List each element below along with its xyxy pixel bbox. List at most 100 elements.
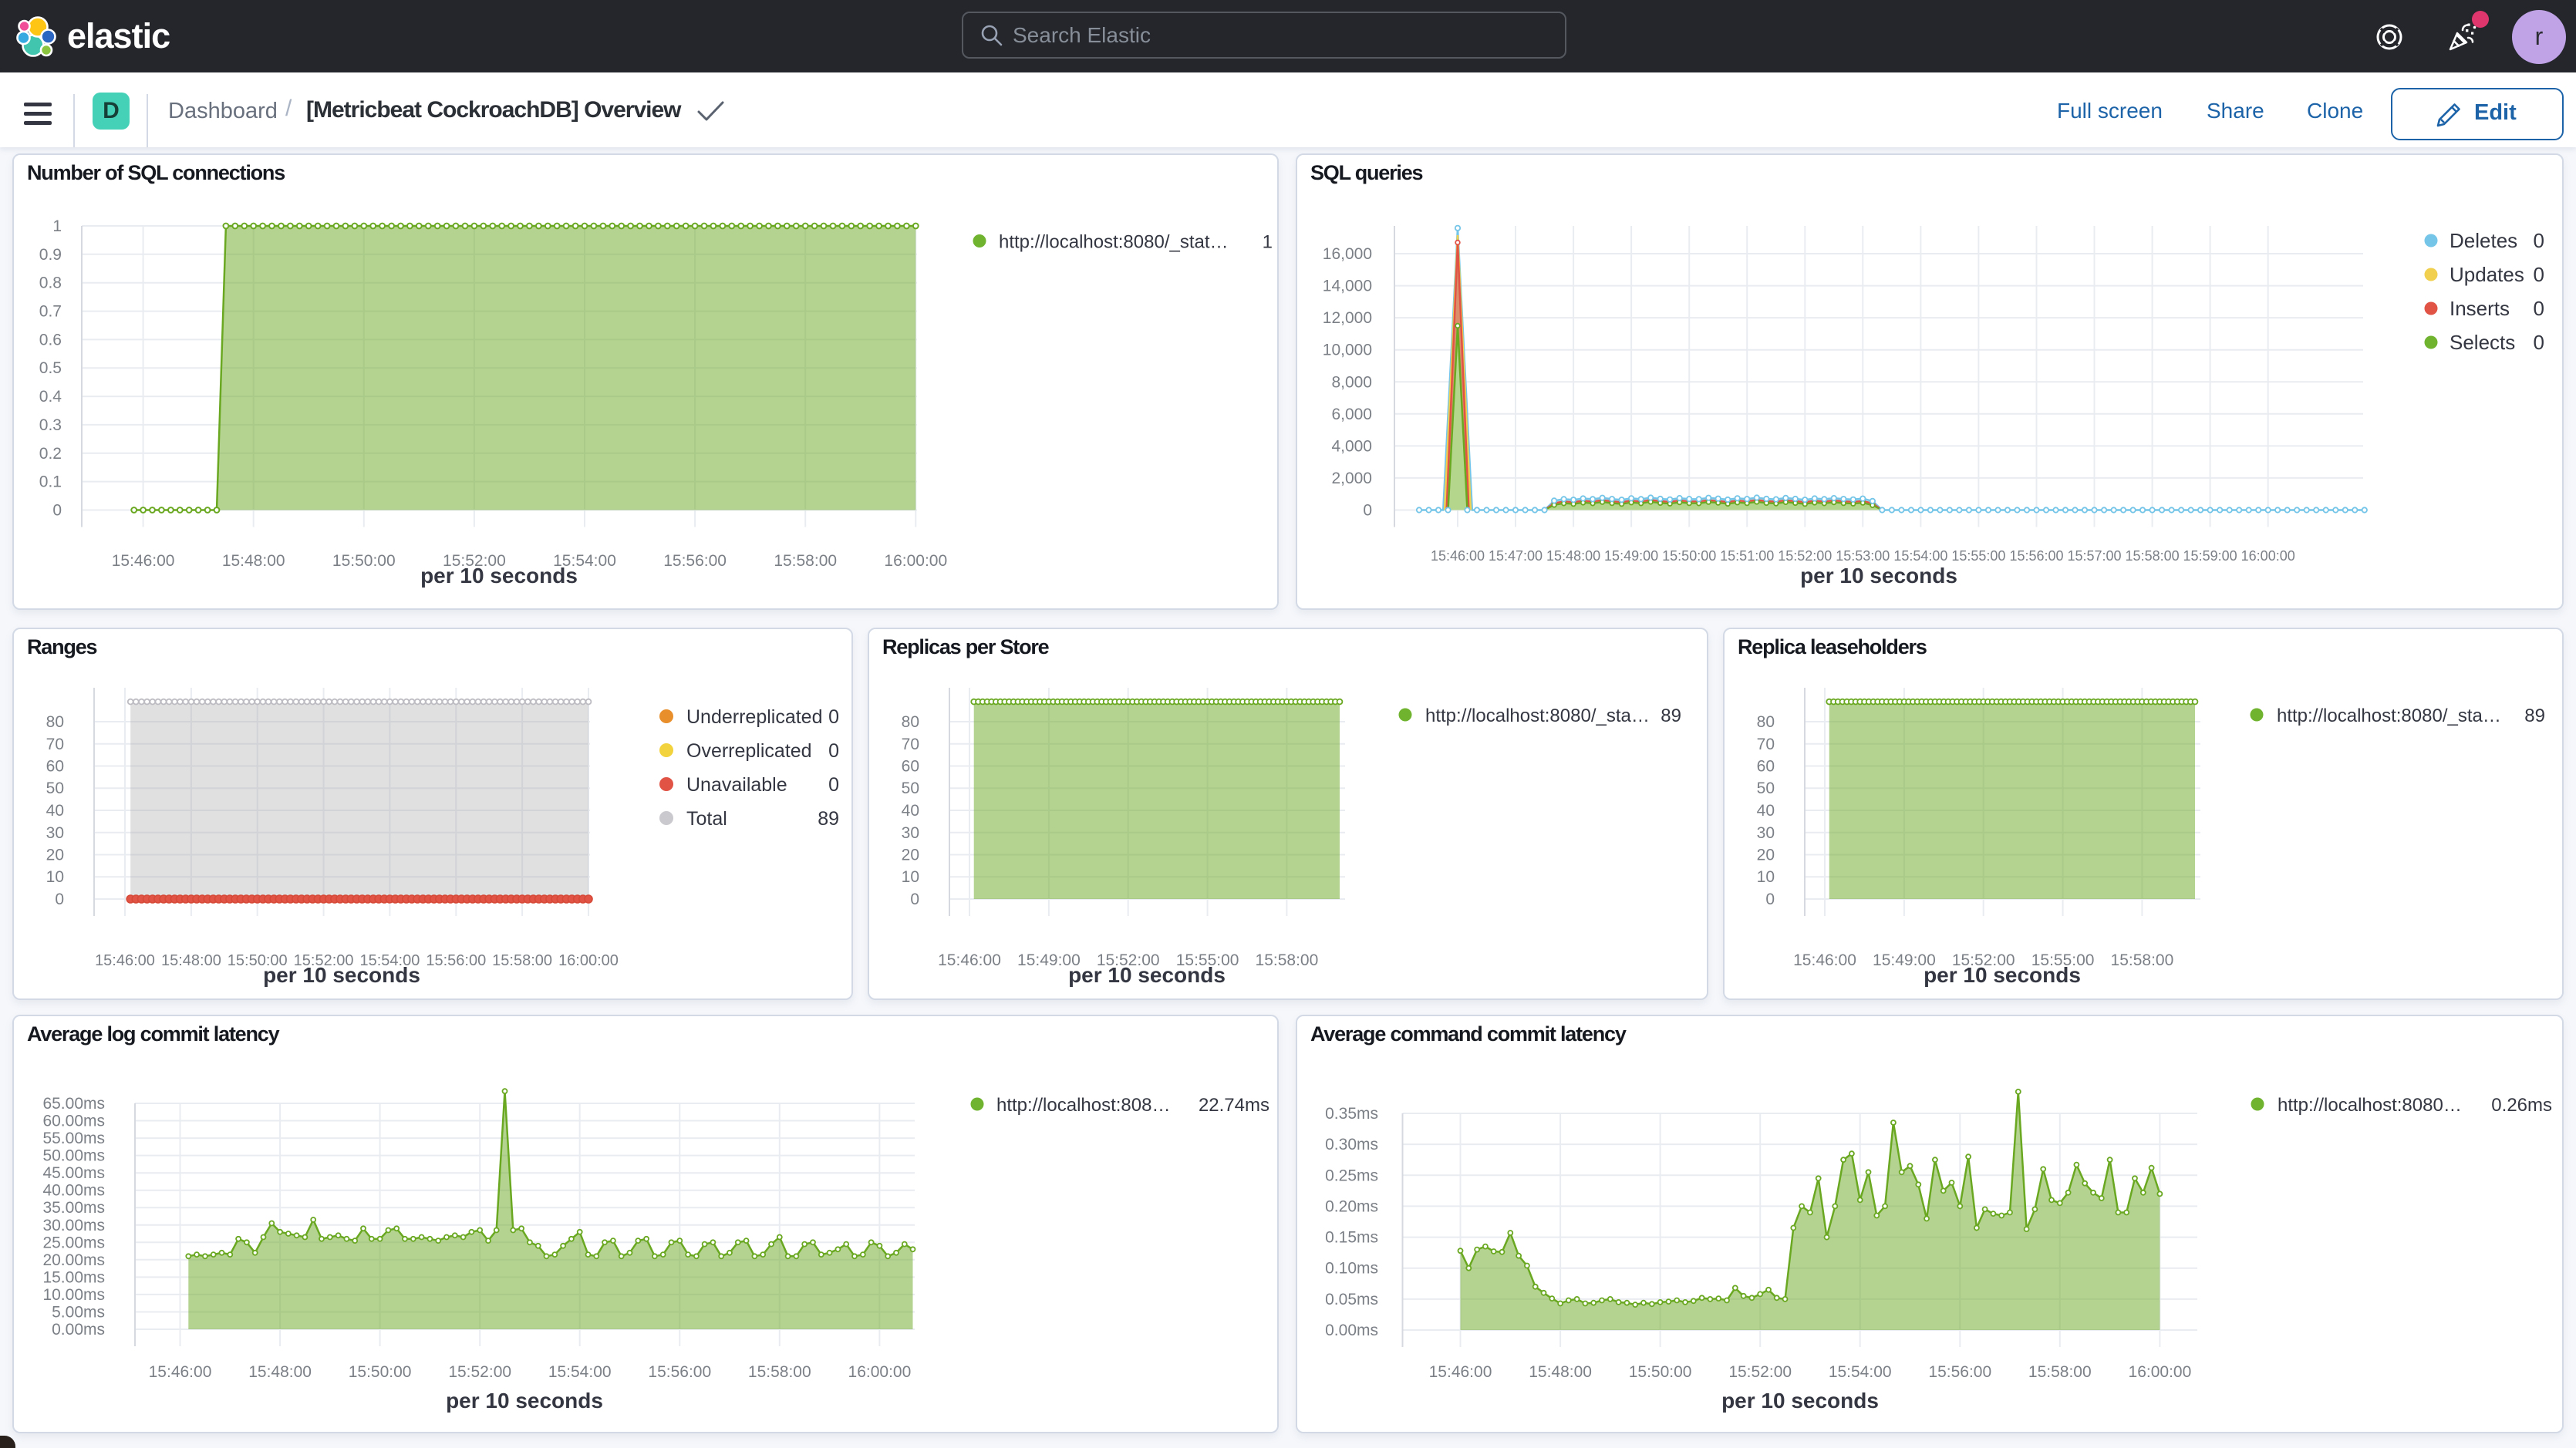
svg-text:45.00ms: 45.00ms — [42, 1164, 105, 1182]
svg-text:60.00ms: 60.00ms — [42, 1113, 105, 1130]
svg-text:30.00ms: 30.00ms — [42, 1217, 105, 1234]
svg-text:50.00ms: 50.00ms — [42, 1147, 105, 1165]
svg-text:0.00ms: 0.00ms — [1325, 1322, 1378, 1339]
svg-text:70: 70 — [1757, 736, 1775, 753]
svg-text:15:49:00: 15:49:00 — [1604, 548, 1658, 564]
svg-text:50: 50 — [46, 780, 64, 797]
svg-text:0.10ms: 0.10ms — [1325, 1260, 1378, 1278]
svg-text:16:00:00: 16:00:00 — [2241, 548, 2295, 564]
svg-text:20: 20 — [1757, 847, 1775, 864]
svg-text:per 10 seconds: per 10 seconds — [263, 963, 420, 987]
svg-text:0.30ms: 0.30ms — [1325, 1136, 1378, 1153]
svg-text:65.00ms: 65.00ms — [42, 1095, 105, 1113]
svg-text:15:55:00: 15:55:00 — [1951, 548, 2005, 564]
svg-text:http://localhost:8080…: http://localhost:8080… — [2278, 1095, 2462, 1116]
svg-text:15:56:00: 15:56:00 — [648, 1363, 711, 1381]
svg-text:15:54:00: 15:54:00 — [1893, 548, 1947, 564]
svg-text:15:50:00: 15:50:00 — [1629, 1363, 1692, 1381]
svg-text:0.5: 0.5 — [39, 359, 62, 377]
svg-text:15:58:00: 15:58:00 — [1256, 951, 1319, 969]
svg-text:0: 0 — [828, 740, 839, 762]
svg-text:15:52:00: 15:52:00 — [1778, 548, 1832, 564]
svg-text:15:58:00: 15:58:00 — [748, 1363, 811, 1381]
svg-text:Deletes: Deletes — [2450, 229, 2517, 252]
svg-text:0.9: 0.9 — [39, 246, 62, 264]
svg-text:Unavailable: Unavailable — [686, 774, 787, 796]
svg-text:10: 10 — [902, 868, 919, 886]
svg-text:0.05ms: 0.05ms — [1325, 1291, 1378, 1308]
svg-text:10.00ms: 10.00ms — [42, 1286, 105, 1304]
svg-text:Inserts: Inserts — [2450, 297, 2510, 320]
svg-text:40: 40 — [1757, 802, 1775, 820]
svg-text:8,000: 8,000 — [1331, 373, 1372, 391]
svg-text:15:48:00: 15:48:00 — [1546, 548, 1600, 564]
svg-text:15:53:00: 15:53:00 — [1836, 548, 1890, 564]
svg-text:15:46:00: 15:46:00 — [95, 952, 155, 969]
svg-text:15:58:00: 15:58:00 — [774, 552, 837, 570]
svg-text:15:46:00: 15:46:00 — [1431, 548, 1485, 564]
svg-text:15:47:00: 15:47:00 — [1489, 548, 1543, 564]
svg-text:30: 30 — [46, 824, 64, 842]
svg-text:10: 10 — [46, 868, 64, 886]
svg-text:6,000: 6,000 — [1331, 406, 1372, 423]
svg-text:60: 60 — [46, 758, 64, 776]
svg-text:15:54:00: 15:54:00 — [1829, 1363, 1892, 1381]
svg-text:per 10 seconds: per 10 seconds — [1068, 963, 1226, 987]
svg-text:15:50:00: 15:50:00 — [332, 552, 396, 570]
svg-text:15:48:00: 15:48:00 — [161, 952, 221, 969]
svg-text:0.25ms: 0.25ms — [1325, 1167, 1378, 1184]
svg-text:http://localhost:8080/_sta…: http://localhost:8080/_sta… — [1425, 705, 1650, 726]
svg-text:12,000: 12,000 — [1323, 309, 1372, 327]
svg-text:0.35ms: 0.35ms — [1325, 1105, 1378, 1123]
svg-text:0.2: 0.2 — [39, 445, 62, 463]
svg-text:16:00:00: 16:00:00 — [2129, 1363, 2192, 1381]
svg-text:16:00:00: 16:00:00 — [848, 1363, 912, 1381]
svg-text:70: 70 — [902, 736, 919, 753]
svg-text:2,000: 2,000 — [1331, 470, 1372, 487]
svg-text:15:58:00: 15:58:00 — [2028, 1363, 2092, 1381]
svg-text:15:48:00: 15:48:00 — [222, 552, 285, 570]
svg-text:0: 0 — [55, 891, 64, 908]
svg-text:60: 60 — [902, 758, 919, 776]
svg-text:30: 30 — [1757, 824, 1775, 842]
svg-text:http://localhost:8080/_sta…: http://localhost:8080/_sta… — [2277, 705, 2501, 726]
svg-text:0.26ms: 0.26ms — [2491, 1095, 2552, 1116]
svg-text:15:59:00: 15:59:00 — [2183, 548, 2237, 564]
svg-text:0.3: 0.3 — [39, 416, 62, 434]
svg-text:10: 10 — [1757, 868, 1775, 886]
svg-text:80: 80 — [1757, 713, 1775, 731]
svg-text:20: 20 — [902, 847, 919, 864]
svg-text:1: 1 — [1263, 232, 1273, 253]
svg-text:0: 0 — [1765, 891, 1775, 908]
svg-text:10,000: 10,000 — [1323, 342, 1372, 359]
svg-text:70: 70 — [46, 736, 64, 753]
svg-text:Underreplicated: Underreplicated — [686, 706, 823, 728]
svg-text:16:00:00: 16:00:00 — [558, 952, 619, 969]
svg-text:80: 80 — [46, 713, 64, 731]
svg-text:http://localhost:8080/_stat…: http://localhost:8080/_stat… — [999, 232, 1229, 253]
svg-text:15:56:00: 15:56:00 — [2009, 548, 2063, 564]
svg-text:per 10 seconds: per 10 seconds — [1800, 564, 1957, 588]
svg-text:0: 0 — [2534, 331, 2544, 354]
svg-text:89: 89 — [818, 808, 839, 830]
svg-text:16:00:00: 16:00:00 — [884, 552, 947, 570]
svg-text:15:46:00: 15:46:00 — [1429, 1363, 1492, 1381]
svg-text:per 10 seconds: per 10 seconds — [420, 564, 578, 588]
svg-text:20: 20 — [46, 847, 64, 864]
svg-text:15:58:00: 15:58:00 — [2126, 548, 2180, 564]
svg-text:30: 30 — [902, 824, 919, 842]
svg-text:15:48:00: 15:48:00 — [248, 1363, 312, 1381]
svg-text:0: 0 — [1363, 502, 1372, 520]
svg-text:50: 50 — [1757, 780, 1775, 797]
svg-text:0.4: 0.4 — [39, 388, 62, 406]
svg-text:15:52:00: 15:52:00 — [1728, 1363, 1792, 1381]
svg-text:60: 60 — [1757, 758, 1775, 776]
svg-text:1: 1 — [52, 217, 62, 235]
svg-text:0.8: 0.8 — [39, 274, 62, 292]
svg-text:89: 89 — [2524, 705, 2545, 726]
svg-text:16,000: 16,000 — [1323, 245, 1372, 263]
svg-text:15:46:00: 15:46:00 — [938, 951, 1001, 969]
svg-text:80: 80 — [902, 713, 919, 731]
svg-text:0.6: 0.6 — [39, 331, 62, 349]
svg-text:15:50:00: 15:50:00 — [1662, 548, 1716, 564]
